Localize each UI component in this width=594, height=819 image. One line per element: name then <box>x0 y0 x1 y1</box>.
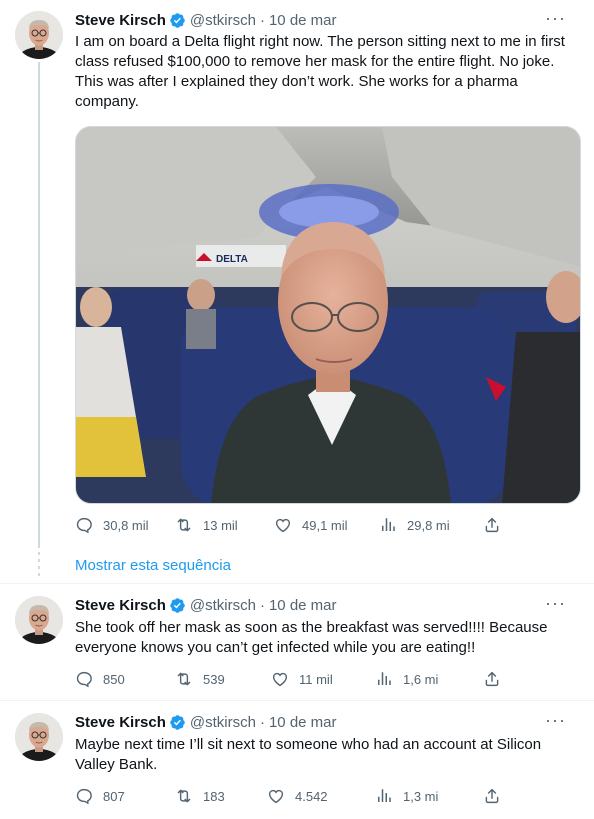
tweet-date[interactable]: 10 de mar <box>269 12 337 29</box>
like-count: 4.542 <box>295 788 328 804</box>
share-button[interactable] <box>483 787 511 805</box>
tweet-reply-2[interactable]: Steve Kirsch @stkirsch · 10 de mar ··· M… <box>0 701 594 819</box>
avatar-image <box>15 11 63 59</box>
share-button[interactable] <box>483 516 511 534</box>
reply-count: 30,8 mil <box>103 517 149 533</box>
more-options-icon[interactable]: ··· <box>545 8 566 28</box>
tweet-main[interactable]: Steve Kirsch @stkirsch · 10 de mar ··· I… <box>0 0 594 548</box>
views-button[interactable]: 1,6 mi <box>375 670 438 688</box>
share-icon <box>483 670 501 688</box>
tweet-text: She took off her mask as soon as the bre… <box>75 619 548 656</box>
share-icon <box>483 787 501 805</box>
meta-separator: · <box>259 596 265 614</box>
views-button[interactable]: 29,8 mi <box>379 516 450 534</box>
retweet-button[interactable]: 183 <box>175 787 225 805</box>
tweet-header: Steve Kirsch @stkirsch · 10 de mar ··· <box>75 710 580 732</box>
like-button[interactable]: 11 mil <box>271 670 333 688</box>
author-name[interactable]: Steve Kirsch <box>75 597 166 614</box>
share-button[interactable] <box>483 670 511 688</box>
avatar[interactable] <box>15 596 63 644</box>
like-count: 11 mil <box>299 671 333 687</box>
like-button[interactable]: 4.542 <box>267 787 328 805</box>
tweet-text: I am on board a Delta flight right now. … <box>75 33 565 110</box>
retweet-icon <box>175 787 193 805</box>
airplane-selfie-image: DELTA <box>76 127 580 503</box>
reply-icon <box>75 516 93 534</box>
views-count: 29,8 mi <box>407 517 450 533</box>
share-icon <box>483 516 501 534</box>
tweet-actions: 30,8 mil 13 mil 49,1 mil 29,8 mi <box>75 516 505 536</box>
views-icon <box>379 516 397 534</box>
retweet-count: 183 <box>203 788 225 804</box>
retweet-count: 539 <box>203 671 225 687</box>
like-icon <box>271 670 289 688</box>
like-count: 49,1 mil <box>302 517 348 533</box>
retweet-icon <box>175 670 193 688</box>
views-button[interactable]: 1,3 mi <box>375 787 438 805</box>
tweet-actions: 850 539 11 mil 1,6 mi <box>75 670 505 690</box>
like-icon <box>267 787 285 805</box>
retweet-button[interactable]: 539 <box>175 670 225 688</box>
tweet-header: Steve Kirsch @stkirsch · 10 de mar ··· <box>75 593 580 615</box>
reply-count: 850 <box>103 671 125 687</box>
author-name[interactable]: Steve Kirsch <box>75 714 166 731</box>
reply-button[interactable]: 30,8 mil <box>75 516 149 534</box>
meta-separator: · <box>259 11 265 29</box>
avatar[interactable] <box>15 713 63 761</box>
avatar-image <box>15 596 63 644</box>
reply-icon <box>75 787 93 805</box>
tweet-date[interactable]: 10 de mar <box>269 714 337 731</box>
like-icon <box>274 516 292 534</box>
thread-connector-line <box>38 62 40 548</box>
retweet-count: 13 mil <box>203 517 238 533</box>
show-thread-link[interactable]: Mostrar esta sequência <box>75 557 231 574</box>
tweet-reply-1[interactable]: Steve Kirsch @stkirsch · 10 de mar ··· S… <box>0 584 594 700</box>
delta-sign-text: DELTA <box>216 254 248 265</box>
retweet-button[interactable]: 13 mil <box>175 516 238 534</box>
like-button[interactable]: 49,1 mil <box>274 516 348 534</box>
views-count: 1,6 mi <box>403 671 439 687</box>
views-icon <box>375 670 393 688</box>
reply-button[interactable]: 850 <box>75 670 125 688</box>
thread-dots <box>38 552 40 580</box>
author-handle[interactable]: @stkirsch <box>190 12 256 29</box>
verified-badge-icon <box>169 714 186 731</box>
more-options-icon[interactable]: ··· <box>545 710 566 730</box>
reply-icon <box>75 670 93 688</box>
tweet-date[interactable]: 10 de mar <box>269 597 337 614</box>
tweet-actions: 807 183 4.542 1,3 mi <box>75 787 505 807</box>
more-options-icon[interactable]: ··· <box>545 593 566 613</box>
tweet-header: Steve Kirsch @stkirsch · 10 de mar ··· <box>75 8 580 30</box>
author-name[interactable]: Steve Kirsch <box>75 12 166 29</box>
verified-badge-icon <box>169 597 186 614</box>
reply-count: 807 <box>103 788 125 804</box>
views-count: 1,3 mi <box>403 788 439 804</box>
avatar[interactable] <box>15 11 63 59</box>
tweet-text: Maybe next time I’ll sit next to someone… <box>75 736 542 773</box>
views-icon <box>375 787 393 805</box>
meta-separator: · <box>259 713 265 731</box>
avatar-image <box>15 713 63 761</box>
reply-button[interactable]: 807 <box>75 787 125 805</box>
author-handle[interactable]: @stkirsch <box>190 714 256 731</box>
author-handle[interactable]: @stkirsch <box>190 597 256 614</box>
retweet-icon <box>175 516 193 534</box>
verified-badge-icon <box>169 12 186 29</box>
tweet-photo[interactable]: DELTA <box>75 126 581 504</box>
